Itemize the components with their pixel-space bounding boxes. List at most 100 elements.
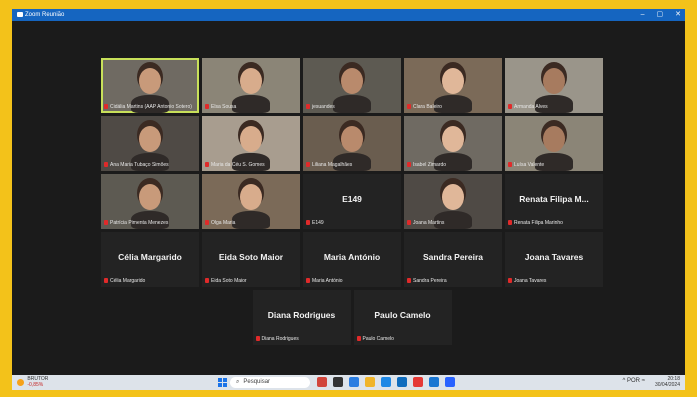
participant-name: Sandra Pereira (413, 278, 447, 284)
window-controls: – ▢ ✕ (641, 9, 681, 21)
participant-display-name: Renata Filipa M... (519, 194, 589, 204)
participant-tile[interactable]: jesuandes (303, 58, 401, 113)
system-tray[interactable]: ^ POR ≈ (623, 378, 645, 384)
zoom-app-icon (17, 11, 23, 17)
mic-muted-icon (205, 104, 209, 110)
participant-tile[interactable]: Elsa Sousa (202, 58, 300, 113)
mic-muted-icon (104, 104, 108, 110)
participant-name: Maria António (312, 278, 343, 284)
mic-muted-icon (255, 336, 260, 342)
participant-name: Luísa Valente (514, 162, 545, 168)
mic-muted-icon (407, 220, 411, 226)
mic-muted-icon (508, 220, 512, 226)
participant-display-name: Eida Soto Maior (218, 252, 284, 262)
participant-caption: Renata Filipa Marinho (508, 220, 600, 227)
mic-muted-icon (306, 162, 310, 168)
app-icon-2[interactable] (333, 377, 343, 387)
app-icon-1[interactable] (317, 377, 327, 387)
app-icon-8[interactable] (429, 377, 439, 387)
participant-tile[interactable]: E149 E149 (303, 174, 401, 229)
participant-caption: Olga Maria (205, 220, 297, 227)
taskbar-search[interactable]: ⌕ Pesquisar (230, 377, 310, 388)
participant-face (543, 68, 565, 94)
mic-muted-icon (306, 104, 310, 110)
mic-muted-icon (104, 162, 108, 168)
wifi-icon[interactable]: ≈ (642, 378, 645, 384)
widget-value: -0,85% (27, 382, 44, 388)
mic-muted-icon (306, 278, 310, 284)
participant-tile[interactable]: Clara Baleiro (404, 58, 502, 113)
chevron-up-icon[interactable]: ^ (623, 378, 626, 384)
participant-tile[interactable]: Cidália Martins (AAP Antonio Sotero) (101, 58, 199, 113)
participant-face (341, 126, 363, 152)
participant-tile[interactable]: Liliana Magalhães (303, 116, 401, 171)
participant-name: Joana Tavares (514, 278, 547, 284)
participant-face (442, 68, 464, 94)
participant-caption: Clara Baleiro (407, 104, 499, 111)
participant-name: Clara Baleiro (413, 104, 442, 110)
zoom-taskbar-icon[interactable] (445, 377, 455, 387)
participant-caption: Armanda Alves (508, 104, 600, 111)
participant-tile[interactable]: Célia Margarido Célia Margarido (101, 232, 199, 287)
participant-tile[interactable]: Maria António Maria António (303, 232, 401, 287)
participant-face (442, 126, 464, 152)
participant-face (442, 184, 464, 210)
mic-muted-icon (205, 278, 209, 284)
taskbar: BRUTOR -0,85% ⌕ Pesquisar ^ POR ≈ 20:18 3… (12, 375, 685, 390)
participant-tile[interactable]: Paulo Camelo Paulo Camelo (353, 290, 452, 345)
participant-tile[interactable]: Joana Tavares Joana Tavares (505, 232, 603, 287)
participant-display-name: Sandra Pereira (422, 252, 483, 262)
mic-muted-icon (104, 278, 108, 284)
participant-tile[interactable]: Olga Maria (202, 174, 300, 229)
participant-caption: Isabel Zimardo (407, 162, 499, 169)
participant-tile[interactable]: Renata Filipa M... Renata Filipa Marinho (505, 174, 603, 229)
participant-tile[interactable]: Luísa Valente (505, 116, 603, 171)
lang-indicator[interactable]: POR (627, 378, 640, 384)
participant-caption: Maria António (306, 278, 398, 285)
participant-tile[interactable]: Armanda Alves (505, 58, 603, 113)
participant-tile[interactable]: Maria da Céu S. Gomes (202, 116, 300, 171)
participant-tile[interactable]: Joana Martins (404, 174, 502, 229)
participant-tile[interactable]: Diana Rodrigues Diana Rodrigues (252, 290, 351, 345)
participant-caption: E149 (306, 220, 398, 227)
participant-caption: Liliana Magalhães (306, 162, 398, 169)
participant-face (240, 68, 262, 94)
mic-muted-icon (104, 220, 108, 226)
search-icon: ⌕ (236, 379, 240, 385)
participant-tile[interactable]: Isabel Zimardo (404, 116, 502, 171)
participant-display-name: E149 (342, 194, 362, 204)
participant-tile[interactable]: Eida Soto Maior Eida Soto Maior (202, 232, 300, 287)
participant-caption: Elsa Sousa (205, 104, 297, 111)
app-icon-3[interactable] (349, 377, 359, 387)
participant-tile[interactable]: Patrícia Pimenta Menezes (101, 174, 199, 229)
start-button[interactable] (218, 378, 227, 387)
minimize-button[interactable]: – (641, 9, 645, 21)
gallery-view: Cidália Martins (AAP Antonio Sotero) Elsa… (12, 21, 685, 375)
clock[interactable]: 20:18 30/04/2024 (655, 376, 680, 388)
participant-caption: Joana Tavares (508, 278, 600, 285)
file-explorer-icon[interactable] (365, 377, 375, 387)
window-title-text: Zoom Reunião (25, 12, 65, 18)
participant-name: jesuandes (312, 104, 335, 110)
close-button[interactable]: ✕ (675, 9, 681, 21)
screen: Zoom Reunião – ▢ ✕ Cidália Martins (AAP … (12, 9, 685, 390)
mic-muted-icon (407, 278, 411, 284)
participant-tile[interactable]: Ana Maria Tubaço Simões (101, 116, 199, 171)
title-bar: Zoom Reunião – ▢ ✕ (12, 9, 685, 21)
participant-name: E149 (312, 220, 324, 226)
app-icon-7[interactable] (413, 377, 423, 387)
participant-name: Joana Martins (413, 220, 445, 226)
participant-tile[interactable]: Sandra Pereira Sandra Pereira (404, 232, 502, 287)
app-icon-5[interactable] (381, 377, 391, 387)
window-title: Zoom Reunião (17, 10, 64, 20)
stock-widget[interactable]: BRUTOR -0,85% (17, 376, 48, 388)
maximize-button[interactable]: ▢ (657, 9, 664, 21)
participant-caption: Cidália Martins (AAP Antonio Sotero) (104, 104, 196, 111)
participant-name: Paulo Camelo (362, 336, 394, 342)
mic-muted-icon (508, 278, 512, 284)
app-icon-6[interactable] (397, 377, 407, 387)
participant-face (240, 126, 262, 152)
participant-display-name: Diana Rodrigues (267, 310, 336, 320)
participant-caption: Joana Martins (407, 220, 499, 227)
participant-name: Diana Rodrigues (261, 336, 299, 342)
